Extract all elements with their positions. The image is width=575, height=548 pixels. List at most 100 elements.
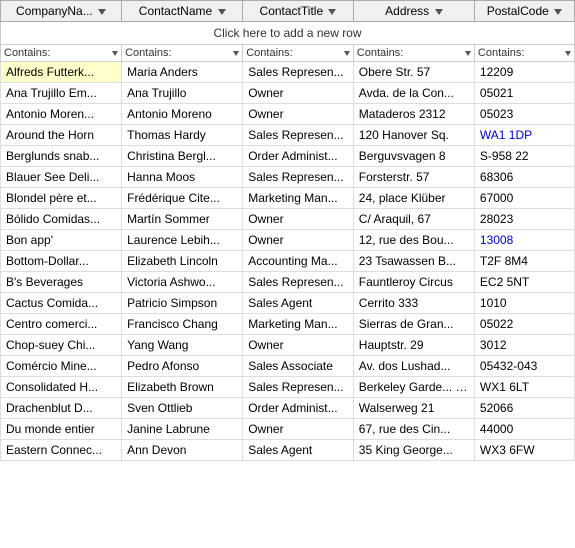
- address-cell: 67, rue des Cin...: [353, 419, 474, 440]
- sort-arrow-company: [98, 9, 106, 15]
- filter-contact[interactable]: Contains:: [122, 45, 243, 62]
- title-cell: Owner: [243, 419, 354, 440]
- sort-arrow-address: [435, 9, 443, 15]
- company-cell: Eastern Connec...: [1, 440, 122, 461]
- contact-cell: Francisco Chang: [122, 314, 243, 335]
- address-cell: Cerrito 333: [353, 293, 474, 314]
- company-cell: Drachenblut D...: [1, 398, 122, 419]
- postal-cell: 13008: [474, 230, 574, 251]
- contact-cell: Yang Wang: [122, 335, 243, 356]
- address-cell: Av. dos Lushad...: [353, 356, 474, 377]
- contact-cell: Ann Devon: [122, 440, 243, 461]
- filter-title[interactable]: Contains:: [243, 45, 354, 62]
- title-cell: Owner: [243, 209, 354, 230]
- contact-cell: Pedro Afonso: [122, 356, 243, 377]
- address-cell: 12, rue des Bou...: [353, 230, 474, 251]
- add-row[interactable]: Click here to add a new row: [1, 22, 575, 45]
- postal-cell: 68306: [474, 167, 574, 188]
- contact-cell: Laurence Lebih...: [122, 230, 243, 251]
- title-header[interactable]: ContactTitle: [243, 1, 354, 22]
- table-row[interactable]: Du monde entierJanine LabruneOwner67, ru…: [1, 419, 575, 440]
- filter-arrow-postal: [565, 51, 571, 56]
- title-cell: Accounting Ma...: [243, 251, 354, 272]
- contact-cell: Antonio Moreno: [122, 104, 243, 125]
- filter-company[interactable]: Contains:: [1, 45, 122, 62]
- address-cell: Hauptstr. 29: [353, 335, 474, 356]
- company-cell: Chop-suey Chi...: [1, 335, 122, 356]
- table-row[interactable]: Blauer See Deli...Hanna MoosSales Repres…: [1, 167, 575, 188]
- postal-cell: WX3 6FW: [474, 440, 574, 461]
- postal-cell: EC2 5NT: [474, 272, 574, 293]
- title-cell: Order Administ...: [243, 146, 354, 167]
- filter-row: Contains: Contains: Contains:: [1, 45, 575, 62]
- company-header[interactable]: CompanyNa...: [1, 1, 122, 22]
- postal-cell: T2F 8M4: [474, 251, 574, 272]
- table-row[interactable]: Alfreds Futterk...Maria AndersSales Repr…: [1, 62, 575, 83]
- table-row[interactable]: Antonio Moren...Antonio MorenoOwnerMatad…: [1, 104, 575, 125]
- title-cell: Sales Agent: [243, 293, 354, 314]
- table-row[interactable]: Comércio Mine...Pedro AfonsoSales Associ…: [1, 356, 575, 377]
- table-row[interactable]: Centro comerci...Francisco ChangMarketin…: [1, 314, 575, 335]
- table-row[interactable]: Consolidated H...Elizabeth BrownSales Re…: [1, 377, 575, 398]
- table-row[interactable]: Bólido Comidas...Martín SommerOwnerC/ Ar…: [1, 209, 575, 230]
- table-row[interactable]: B's BeveragesVictoria Ashwo...Sales Repr…: [1, 272, 575, 293]
- column-header-row: CompanyNa... ContactName ContactTitle Ad…: [1, 1, 575, 22]
- contact-cell: Martín Sommer: [122, 209, 243, 230]
- filter-address[interactable]: Contains:: [353, 45, 474, 62]
- title-cell: Owner: [243, 335, 354, 356]
- contact-cell: Victoria Ashwo...: [122, 272, 243, 293]
- company-cell: Antonio Moren...: [1, 104, 122, 125]
- title-cell: Sales Represen...: [243, 377, 354, 398]
- table-row[interactable]: Bottom-Dollar...Elizabeth LincolnAccount…: [1, 251, 575, 272]
- address-header[interactable]: Address: [353, 1, 474, 22]
- contact-cell: Janine Labrune: [122, 419, 243, 440]
- contact-cell: Sven Ottlieb: [122, 398, 243, 419]
- address-cell: Avda. de la Con...: [353, 83, 474, 104]
- title-cell: Sales Represen...: [243, 125, 354, 146]
- title-cell: Sales Agent: [243, 440, 354, 461]
- table-row[interactable]: Ana Trujillo Em...Ana TrujilloOwnerAvda.…: [1, 83, 575, 104]
- company-cell: Ana Trujillo Em...: [1, 83, 122, 104]
- contact-cell: Elizabeth Brown: [122, 377, 243, 398]
- company-cell: Du monde entier: [1, 419, 122, 440]
- company-cell: Cactus Comida...: [1, 293, 122, 314]
- table-row[interactable]: Eastern Connec...Ann DevonSales Agent35 …: [1, 440, 575, 461]
- company-cell: B's Beverages: [1, 272, 122, 293]
- postal-cell: 05023: [474, 104, 574, 125]
- filter-postal[interactable]: Contains:: [474, 45, 574, 62]
- contact-cell: Thomas Hardy: [122, 125, 243, 146]
- postal-cell: 44000: [474, 419, 574, 440]
- title-cell: Marketing Man...: [243, 314, 354, 335]
- address-cell: Fauntleroy Circus: [353, 272, 474, 293]
- table-row[interactable]: Cactus Comida...Patricio SimpsonSales Ag…: [1, 293, 575, 314]
- contact-cell: Christina Bergl...: [122, 146, 243, 167]
- table-row[interactable]: Around the HornThomas HardySales Represe…: [1, 125, 575, 146]
- postal-cell: 3012: [474, 335, 574, 356]
- postal-header[interactable]: PostalCode: [474, 1, 574, 22]
- company-cell: Alfreds Futterk...: [1, 62, 122, 83]
- company-cell: Comércio Mine...: [1, 356, 122, 377]
- address-cell: Obere Str. 57: [353, 62, 474, 83]
- table-row[interactable]: Blondel père et...Frédérique Cite...Mark…: [1, 188, 575, 209]
- address-cell: Forsterstr. 57: [353, 167, 474, 188]
- company-cell: Consolidated H...: [1, 377, 122, 398]
- company-cell: Blauer See Deli...: [1, 167, 122, 188]
- postal-cell: S-958 22: [474, 146, 574, 167]
- postal-cell: 05432-043: [474, 356, 574, 377]
- contact-header[interactable]: ContactName: [122, 1, 243, 22]
- postal-cell: 05021: [474, 83, 574, 104]
- company-cell: Around the Horn: [1, 125, 122, 146]
- contact-cell: Hanna Moos: [122, 167, 243, 188]
- title-cell: Sales Associate: [243, 356, 354, 377]
- company-cell: Bottom-Dollar...: [1, 251, 122, 272]
- address-cell: Berkeley Garde... 12 Brewery: [353, 377, 474, 398]
- filter-arrow-address: [465, 51, 471, 56]
- table-row[interactable]: Berglunds snab...Christina Bergl...Order…: [1, 146, 575, 167]
- sort-arrow-postal: [554, 9, 562, 15]
- title-cell: Owner: [243, 104, 354, 125]
- title-cell: Sales Represen...: [243, 62, 354, 83]
- table-row[interactable]: Bon app'Laurence Lebih...Owner12, rue de…: [1, 230, 575, 251]
- contact-cell: Maria Anders: [122, 62, 243, 83]
- table-row[interactable]: Drachenblut D...Sven OttliebOrder Admini…: [1, 398, 575, 419]
- table-row[interactable]: Chop-suey Chi...Yang WangOwnerHauptstr. …: [1, 335, 575, 356]
